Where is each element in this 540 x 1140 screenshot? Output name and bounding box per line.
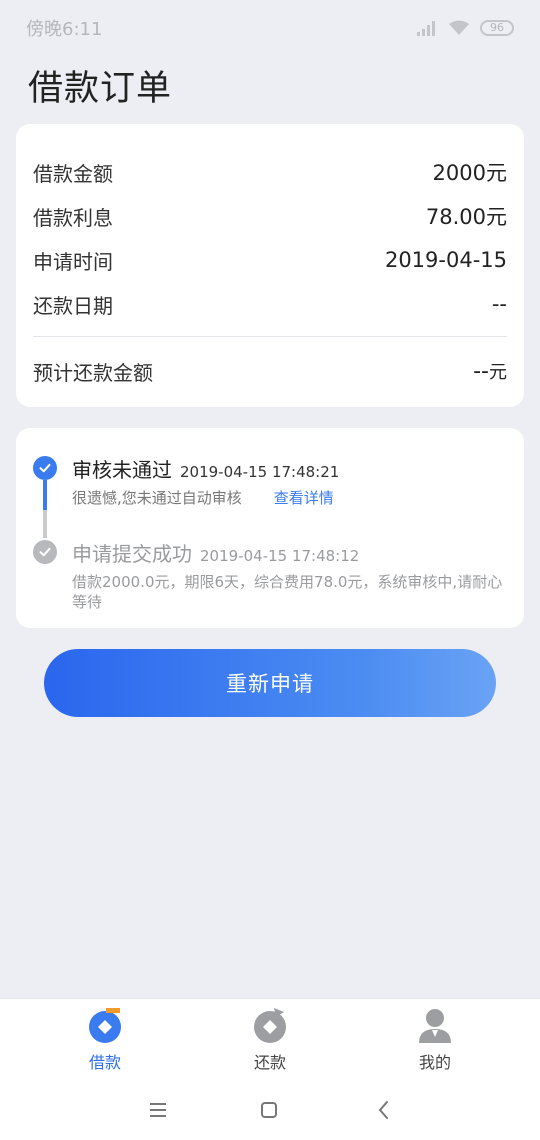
tab-label: 借款: [88, 1053, 121, 1072]
summary-row-interest: 借款利息 78.00元: [33, 194, 507, 238]
tab-repay[interactable]: 还款: [220, 1005, 320, 1073]
timeline-head: 审核未通过 2019-04-15 17:48:21: [72, 454, 339, 483]
row-value: 78.00元: [425, 205, 507, 229]
row-label: 借款利息: [33, 205, 113, 230]
status-bar: 傍晚6:11 96: [0, 0, 540, 56]
timeline-title: 申请提交成功: [72, 542, 192, 566]
tab-borrow[interactable]: 借款: [55, 1005, 155, 1073]
row-value: --: [491, 292, 507, 316]
check-icon: [33, 456, 57, 480]
timeline-time: 2019-04-15 17:48:21: [180, 463, 340, 481]
timeline-desc-text: 很遗憾,您未通过自动审核: [72, 489, 242, 507]
menu-icon[interactable]: [146, 1098, 170, 1122]
check-icon: [33, 540, 57, 564]
row-label: 还款日期: [33, 293, 113, 318]
timeline-time: 2019-04-15 17:48:12: [200, 547, 360, 565]
system-nav-bar: [0, 1082, 540, 1140]
row-value: --元: [473, 358, 507, 384]
timeline-title: 审核未通过: [72, 458, 172, 482]
profile-icon: [419, 1009, 451, 1043]
row-label: 预计还款金额: [33, 360, 153, 385]
row-label: 借款金额: [33, 161, 113, 186]
divider: [33, 336, 507, 337]
reapply-button[interactable]: 重新申请: [44, 649, 496, 717]
timeline-desc: 借款2000.0元，期限6天，综合费用78.0元，系统审核中,请耐心等待: [72, 573, 503, 611]
battery-indicator: 96: [480, 20, 514, 36]
wifi-icon: [449, 20, 469, 35]
row-value: 2000元: [432, 161, 507, 185]
timeline-line-inactive: [43, 510, 47, 538]
row-label: 申请时间: [33, 249, 113, 274]
view-details-link[interactable]: 查看详情: [274, 489, 334, 507]
order-summary-card: 借款金额 2000元 借款利息 78.00元 申请时间 2019-04-15 还…: [16, 124, 524, 407]
summary-row-amount: 借款金额 2000元: [33, 150, 507, 194]
status-time: 傍晚6:11: [26, 19, 103, 40]
home-icon[interactable]: [257, 1098, 281, 1122]
row-value: 2019-04-15: [384, 248, 507, 272]
signal-icon: [417, 21, 435, 36]
borrow-icon: [89, 1008, 121, 1043]
summary-row-total: 预计还款金额 --元: [33, 349, 507, 393]
total-value: --: [473, 359, 489, 384]
tab-mine[interactable]: 我的: [385, 1005, 485, 1073]
tab-label: 我的: [418, 1053, 451, 1072]
status-timeline-card: 审核未通过 2019-04-15 17:48:21 很遗憾,您未通过自动审核 查看…: [16, 428, 524, 628]
timeline-line-active: [43, 480, 47, 510]
total-unit: 元: [489, 362, 507, 383]
timeline-desc: 很遗憾,您未通过自动审核 查看详情: [72, 488, 512, 508]
summary-row-repay-date: 还款日期 --: [33, 282, 507, 326]
page-title: 借款订单: [28, 69, 173, 109]
summary-row-apply-time: 申请时间 2019-04-15: [33, 238, 507, 282]
timeline-head: 申请提交成功 2019-04-15 17:48:12: [72, 538, 359, 567]
back-icon[interactable]: [372, 1098, 396, 1122]
status-icons: 96: [416, 20, 514, 36]
tab-label: 还款: [253, 1053, 286, 1072]
repay-icon: [254, 1008, 286, 1043]
